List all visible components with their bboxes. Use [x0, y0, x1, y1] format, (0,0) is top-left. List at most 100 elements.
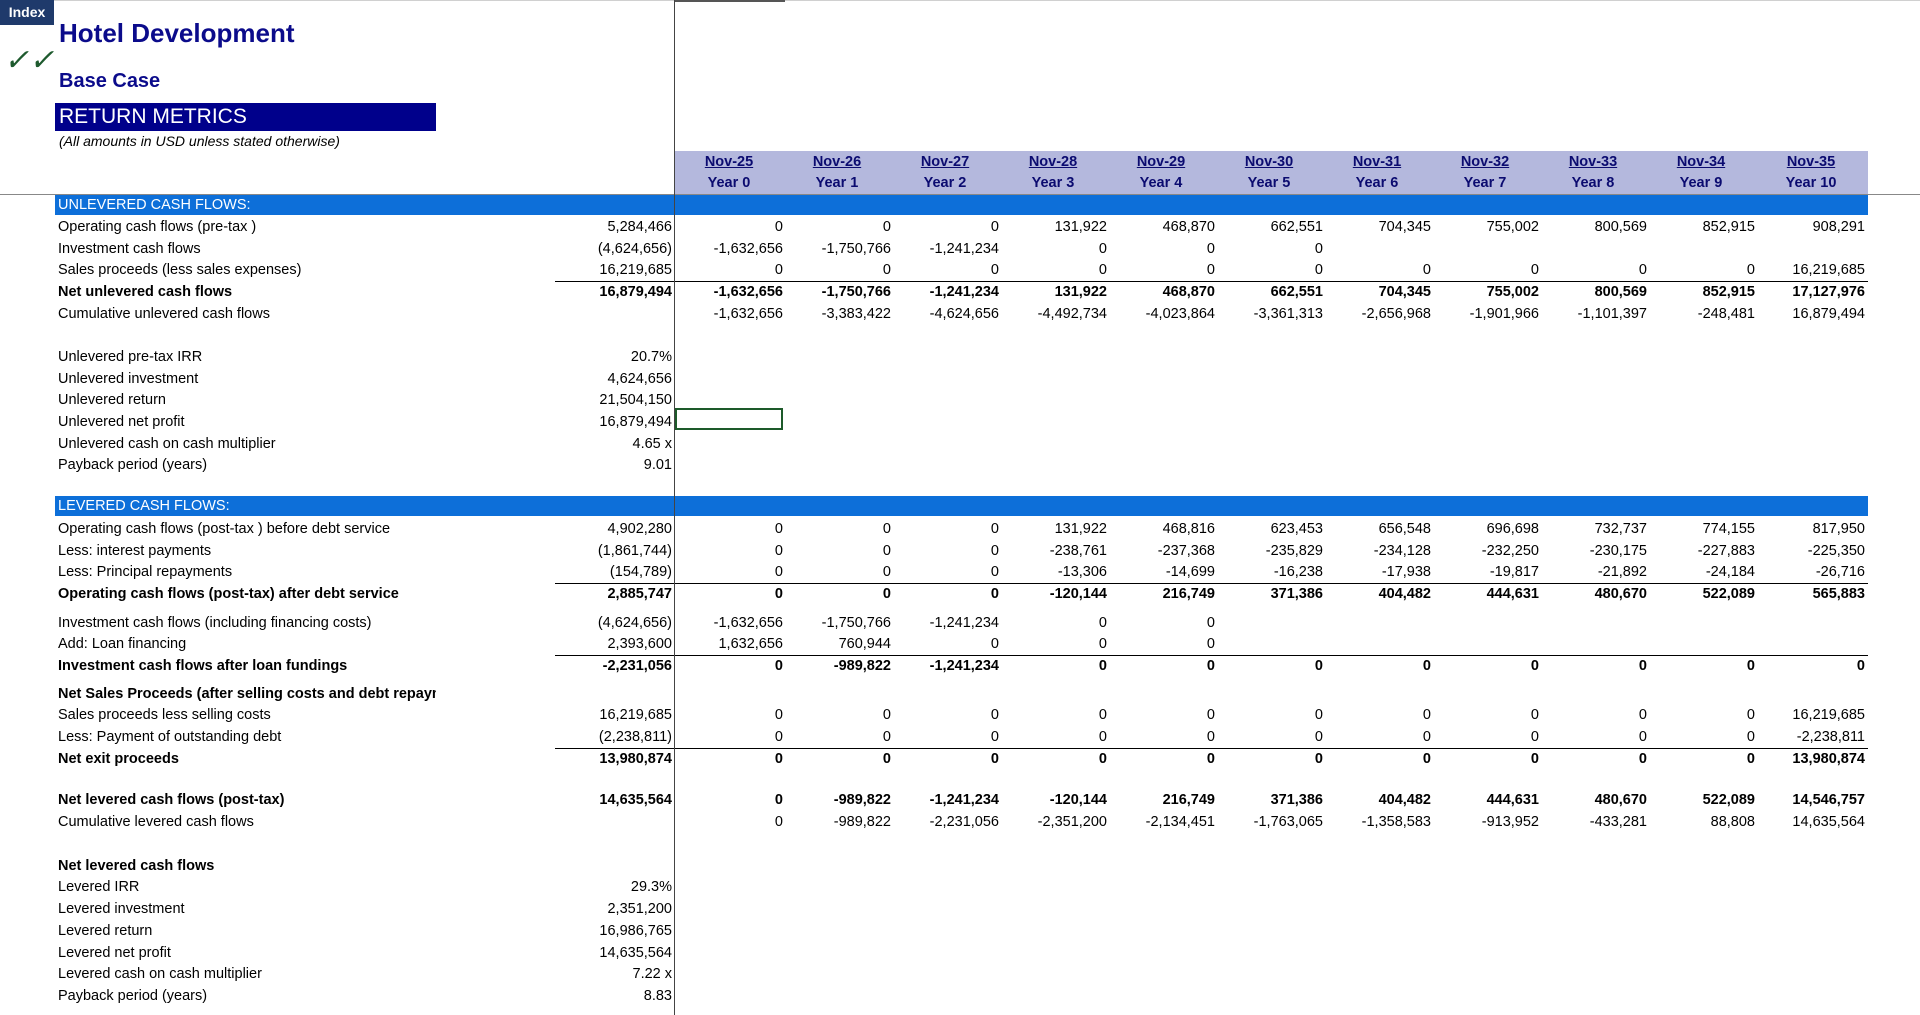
row-total[interactable]: (1,861,744)	[598, 541, 672, 562]
row-total[interactable]: 14,635,564	[599, 790, 672, 811]
value-cell[interactable]: 0	[783, 541, 891, 562]
value-cell[interactable]: -1,632,656	[675, 613, 783, 634]
value-cell[interactable]: 0	[1107, 749, 1215, 770]
value-cell[interactable]: 623,453	[1215, 519, 1323, 540]
value-cell[interactable]: -2,231,056	[891, 812, 999, 833]
value-cell[interactable]: 0	[675, 260, 783, 281]
value-cell[interactable]: -13,306	[999, 562, 1107, 583]
value-cell[interactable]: 0	[1539, 656, 1647, 677]
row-label[interactable]: Net Sales Proceeds (after selling costs …	[58, 684, 436, 705]
row-label[interactable]: Operating cash flows (post-tax ) before …	[58, 519, 436, 540]
row-label[interactable]: Net levered cash flows (post-tax)	[58, 790, 436, 811]
value-cell[interactable]: 0	[783, 260, 891, 281]
row-total[interactable]: 16,219,685	[599, 705, 672, 726]
row-label[interactable]: Add: Loan financing	[58, 634, 436, 655]
value-cell[interactable]: 404,482	[1323, 790, 1431, 811]
row-label[interactable]: Less: Payment of outstanding debt	[58, 727, 436, 748]
row-total[interactable]: 16,986,765	[599, 921, 672, 942]
row-total[interactable]: 29.3%	[631, 877, 672, 898]
value-cell[interactable]: 0	[1107, 613, 1215, 634]
value-cell[interactable]: 16,219,685	[1757, 260, 1865, 281]
value-cell[interactable]: 522,089	[1647, 790, 1755, 811]
value-cell[interactable]: 0	[675, 541, 783, 562]
row-total[interactable]: -2,231,056	[603, 656, 672, 677]
value-cell[interactable]: 480,670	[1539, 584, 1647, 605]
value-cell[interactable]: 662,551	[1215, 282, 1323, 303]
value-cell[interactable]: 0	[999, 705, 1107, 726]
value-cell[interactable]: -4,023,864	[1107, 304, 1215, 325]
row-total[interactable]: 4.65 x	[633, 434, 673, 455]
row-label[interactable]: Levered return	[58, 921, 436, 942]
row-label[interactable]: Sales proceeds less selling costs	[58, 705, 436, 726]
value-cell[interactable]: 696,698	[1431, 519, 1539, 540]
value-cell[interactable]: -14,699	[1107, 562, 1215, 583]
row-total[interactable]: 8.83	[644, 986, 672, 1007]
value-cell[interactable]: 216,749	[1107, 790, 1215, 811]
row-label[interactable]: Payback period (years)	[58, 455, 436, 476]
value-cell[interactable]: -225,350	[1757, 541, 1865, 562]
value-cell[interactable]: 216,749	[1107, 584, 1215, 605]
row-label[interactable]: Net levered cash flows	[58, 856, 436, 877]
row-label[interactable]: Levered investment	[58, 899, 436, 920]
row-total[interactable]: 2,351,200	[607, 899, 672, 920]
value-cell[interactable]: 16,879,494	[1757, 304, 1865, 325]
value-cell[interactable]: -989,822	[783, 790, 891, 811]
row-total[interactable]: (4,624,656)	[598, 239, 672, 260]
value-cell[interactable]: 0	[783, 727, 891, 748]
value-cell[interactable]: 0	[1539, 260, 1647, 281]
value-cell[interactable]: 0	[783, 584, 891, 605]
value-cell[interactable]: -230,175	[1539, 541, 1647, 562]
value-cell[interactable]: 0	[783, 217, 891, 238]
value-cell[interactable]: 0	[891, 541, 999, 562]
value-cell[interactable]: -4,624,656	[891, 304, 999, 325]
value-cell[interactable]: 0	[891, 217, 999, 238]
row-total[interactable]: 2,885,747	[607, 584, 672, 605]
value-cell[interactable]: 565,883	[1757, 584, 1865, 605]
row-label[interactable]: Sales proceeds (less sales expenses)	[58, 260, 436, 281]
value-cell[interactable]: 0	[1215, 260, 1323, 281]
value-cell[interactable]: 0	[1215, 749, 1323, 770]
row-label[interactable]: Levered cash on cash multiplier	[58, 964, 436, 985]
row-label[interactable]: Levered net profit	[58, 943, 436, 964]
value-cell[interactable]: 0	[999, 727, 1107, 748]
value-cell[interactable]: 0	[675, 519, 783, 540]
value-cell[interactable]: -19,817	[1431, 562, 1539, 583]
value-cell[interactable]: 0	[1647, 727, 1755, 748]
row-total[interactable]: 9.01	[644, 455, 672, 476]
row-total[interactable]: 20.7%	[631, 347, 672, 368]
value-cell[interactable]: -1,750,766	[783, 613, 891, 634]
value-cell[interactable]: 14,635,564	[1757, 812, 1865, 833]
value-cell[interactable]: -232,250	[1431, 541, 1539, 562]
row-total[interactable]: 16,879,494	[599, 282, 672, 303]
index-tab-button[interactable]: Index	[0, 0, 54, 25]
value-cell[interactable]: 468,870	[1107, 282, 1215, 303]
value-cell[interactable]: 0	[675, 705, 783, 726]
value-cell[interactable]: 0	[999, 749, 1107, 770]
value-cell[interactable]: 908,291	[1757, 217, 1865, 238]
value-cell[interactable]: 0	[675, 217, 783, 238]
value-cell[interactable]: 800,569	[1539, 217, 1647, 238]
value-cell[interactable]: 704,345	[1323, 217, 1431, 238]
value-cell[interactable]: 0	[1215, 239, 1323, 260]
row-label[interactable]: Net exit proceeds	[58, 749, 436, 770]
value-cell[interactable]: -1,632,656	[675, 304, 783, 325]
value-cell[interactable]: -1,101,397	[1539, 304, 1647, 325]
row-label[interactable]: Investment cash flows	[58, 239, 436, 260]
value-cell[interactable]: -1,750,766	[783, 239, 891, 260]
value-cell[interactable]: 17,127,976	[1757, 282, 1865, 303]
value-cell[interactable]: -2,134,451	[1107, 812, 1215, 833]
value-cell[interactable]: 0	[891, 634, 999, 655]
value-cell[interactable]: -1,241,234	[891, 613, 999, 634]
value-cell[interactable]: 88,808	[1647, 812, 1755, 833]
value-cell[interactable]: -17,938	[1323, 562, 1431, 583]
value-cell[interactable]: 371,386	[1215, 790, 1323, 811]
row-total[interactable]: (4,624,656)	[598, 613, 672, 634]
value-cell[interactable]: 0	[891, 584, 999, 605]
value-cell[interactable]: -1,241,234	[891, 282, 999, 303]
value-cell[interactable]: 0	[1539, 705, 1647, 726]
value-cell[interactable]: 444,631	[1431, 790, 1539, 811]
value-cell[interactable]: 0	[1323, 705, 1431, 726]
value-cell[interactable]: 131,922	[999, 217, 1107, 238]
value-cell[interactable]: -1,241,234	[891, 656, 999, 677]
value-cell[interactable]: 774,155	[1647, 519, 1755, 540]
